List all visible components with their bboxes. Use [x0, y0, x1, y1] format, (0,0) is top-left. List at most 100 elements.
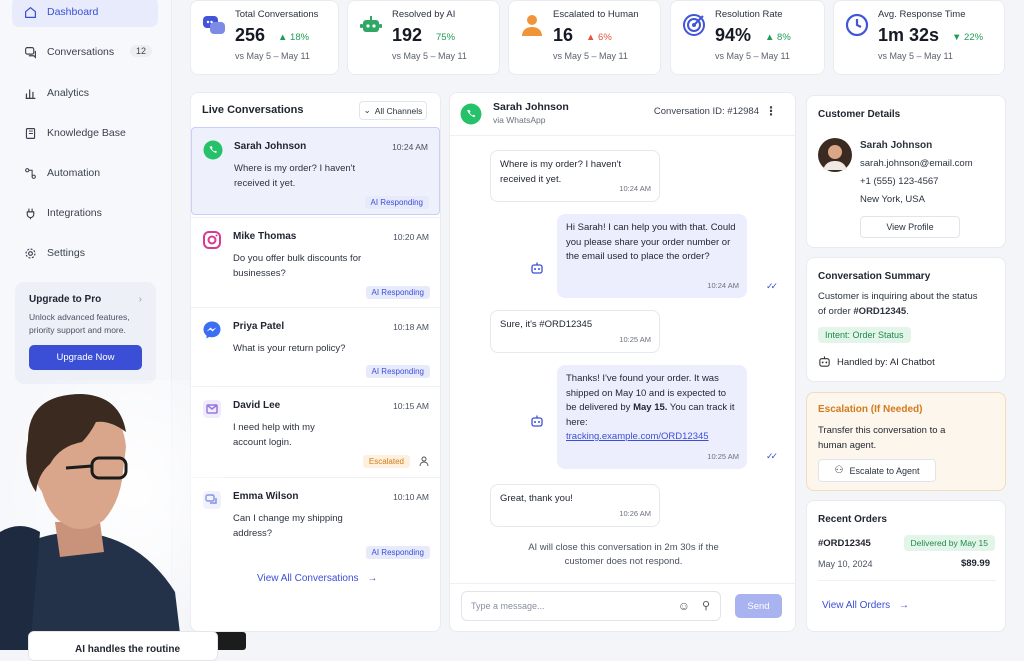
stat-label: Avg. Response Time: [878, 9, 966, 20]
stat-period: vs May 5 – May 11: [392, 51, 467, 61]
user-icon: [522, 15, 542, 36]
stat-period: vs May 5 – May 11: [715, 51, 790, 61]
chevron-right-icon: ›: [138, 294, 142, 305]
stat-delta-value: 18%: [290, 32, 310, 43]
whatsapp-icon: [203, 140, 223, 160]
stat-delta: ▼ 22%: [952, 32, 984, 43]
stat-label: Resolved by AI: [392, 9, 456, 20]
tracking-link[interactable]: tracking.example.com/ORD12345: [566, 431, 709, 442]
chat-icon: [25, 46, 36, 59]
message-text: Sure, it's #ORD12345: [500, 319, 593, 330]
message-text: Hi Sarah! I can help you with that. Coul…: [566, 222, 736, 262]
sidebar-item-settings[interactable]: Settings: [12, 238, 158, 268]
arrow-right-icon: →: [367, 573, 378, 584]
home-icon: [25, 6, 36, 18]
order-status-badge: Delivered by May 15: [903, 535, 995, 551]
stat-value: 1m 32s: [878, 25, 940, 45]
status-badge: Escalated: [362, 455, 410, 468]
stat-card-total-conversations: Total Conversations 256 ▲ 18% vs May 5 –…: [190, 0, 339, 75]
panel-title: Live Conversations: [202, 104, 304, 116]
bot-message: Hi Sarah! I can help you with that. Coul…: [557, 214, 747, 298]
more-options-icon[interactable]: ⋮: [765, 104, 777, 118]
handled-by: Handled by: AI Chatbot: [837, 357, 935, 368]
conversation-item[interactable]: David Lee 10:15 AM I need help with my a…: [191, 386, 440, 477]
conversation-item[interactable]: Emma Wilson 10:10 AM Can I change my shi…: [191, 477, 440, 565]
send-button[interactable]: Send: [735, 594, 782, 618]
conversation-id: Conversation ID: #12984: [653, 106, 759, 117]
sidebar-item-conversations[interactable]: Conversations 12: [12, 37, 158, 67]
conversation-time: 10:24 AM: [392, 142, 428, 152]
conversation-item[interactable]: Priya Patel 10:18 AM What is your return…: [191, 307, 440, 386]
sidebar-item-dashboard[interactable]: Dashboard: [12, 0, 158, 27]
sidebar-item-label: Integrations: [47, 207, 102, 219]
upgrade-now-button[interactable]: Upgrade Now: [29, 345, 142, 370]
stat-value: 94%: [715, 25, 752, 45]
conversation-name: Priya Patel: [233, 321, 285, 332]
conversation-summary-card: Conversation Summary Customer is inquiri…: [806, 257, 1006, 382]
gear-icon: [25, 247, 36, 259]
chat-contact-name: Sarah Johnson: [493, 101, 569, 113]
avatar: [818, 138, 852, 172]
conversation-time: 10:18 AM: [393, 322, 429, 332]
emoji-icon[interactable]: ☺: [678, 599, 690, 613]
conversation-item[interactable]: Sarah Johnson 10:24 AM Where is my order…: [191, 127, 440, 215]
status-badge: AI Responding: [365, 546, 430, 559]
conversation-item[interactable]: Mike Thomas 10:20 AM Do you offer bulk d…: [191, 217, 440, 305]
whatsapp-icon: [460, 103, 482, 125]
robot-icon: [360, 16, 382, 32]
summary-text: Customer is inquiring about the status o…: [818, 289, 978, 319]
sidebar-item-automation[interactable]: Automation: [12, 158, 158, 188]
sidebar-item-integrations[interactable]: Integrations: [12, 198, 158, 228]
message-time: 10:26 AM: [619, 508, 651, 518]
sidebar-item-knowledge-base[interactable]: Knowledge Base: [12, 118, 158, 148]
read-receipt-icon: ✓✓: [766, 451, 778, 461]
stat-card-resolved-by-ai: Resolved by AI 192 75% vs May 5 – May 11: [347, 0, 500, 75]
stat-value: 192: [392, 25, 423, 45]
stat-period: vs May 5 – May 11: [553, 51, 628, 61]
stat-delta-value: 22%: [964, 32, 984, 43]
stat-label: Escalated to Human: [553, 9, 639, 20]
view-all-conversations-link[interactable]: View All Conversations →: [257, 573, 377, 584]
upgrade-description: Unlock advanced features, priority suppo…: [29, 312, 130, 335]
conversation-name: David Lee: [233, 400, 281, 411]
arrow-right-icon: →: [898, 600, 909, 611]
summary-order-id: #ORD12345: [853, 306, 907, 317]
card-title: Customer Details: [818, 109, 901, 120]
stat-value: 16: [553, 25, 574, 45]
message-input[interactable]: Type a message... ☺ ⚲: [461, 591, 721, 621]
bot-message: Thanks! I've found your order. It was sh…: [557, 365, 747, 469]
sidebar-item-label: Automation: [47, 167, 101, 179]
view-all-label: View All Orders: [822, 600, 891, 611]
message-text: Great, thank you!: [500, 493, 573, 504]
stat-value: 256: [235, 25, 266, 45]
sidebar-item-label: Analytics: [47, 87, 90, 99]
customer-location: New York, USA: [860, 194, 925, 205]
sidebar-item-analytics[interactable]: Analytics: [12, 78, 158, 108]
channel-filter-dropdown[interactable]: ⌄ All Channels: [359, 101, 427, 120]
conversation-preview: Where is my order? I haven't received it…: [234, 163, 356, 189]
stat-delta: ▲ 18%: [278, 32, 310, 43]
view-all-orders-link[interactable]: View All Orders →: [822, 600, 909, 611]
instagram-icon: [203, 231, 221, 249]
customer-name: Sarah Johnson: [860, 140, 933, 151]
divider: [450, 583, 797, 584]
conversation-name: Mike Thomas: [233, 231, 297, 242]
view-profile-button[interactable]: View Profile: [860, 216, 960, 238]
customer-message: Great, thank you! 10:26 AM: [490, 484, 660, 527]
automation-icon: [25, 167, 36, 179]
stat-delta-value: 6%: [598, 32, 612, 43]
channel-filter-label: All Channels: [374, 105, 423, 116]
attachment-icon[interactable]: ⚲: [702, 599, 710, 612]
stat-delta: ▲ 6%: [586, 32, 612, 43]
plug-icon: [26, 208, 35, 219]
escalate-to-agent-button[interactable]: ⚇ Escalate to Agent: [818, 459, 936, 482]
escalation-card: Escalation (If Needed) Transfer this con…: [806, 392, 1006, 491]
stat-card-avg-response-time: Avg. Response Time 1m 32s ▼ 22% vs May 5…: [833, 0, 1005, 75]
conversation-name: Emma Wilson: [233, 491, 299, 502]
robot-icon: [531, 262, 543, 274]
conversation-name: Sarah Johnson: [234, 141, 307, 152]
order-amount: $89.99: [960, 558, 990, 569]
customer-message: Where is my order? I haven't received it…: [490, 150, 660, 202]
status-badge: AI Responding: [365, 365, 430, 378]
status-badge: AI Responding: [365, 286, 430, 299]
